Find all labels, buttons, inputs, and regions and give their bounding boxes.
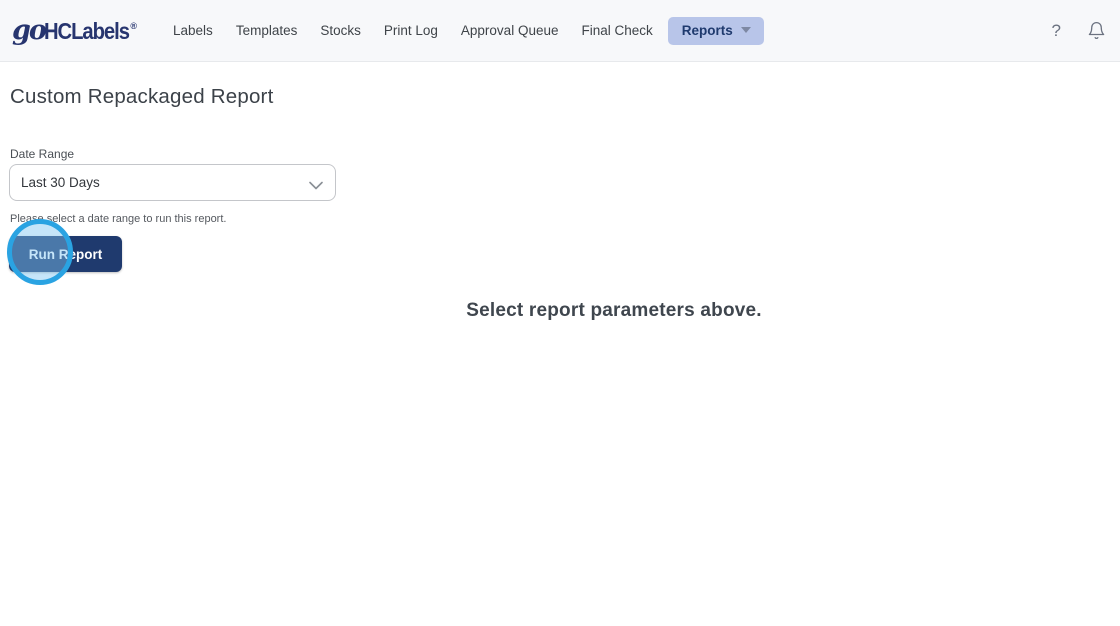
empty-state-message: Select report parameters above. (466, 300, 762, 321)
nav-item-templates[interactable]: Templates (236, 23, 298, 38)
page-title: Custom Repackaged Report (10, 85, 274, 108)
nav-item-labels[interactable]: Labels (173, 23, 213, 38)
nav-item-reports[interactable]: Reports (667, 16, 764, 45)
app-logo[interactable]: go HCLabels ® (12, 15, 147, 46)
logo-main-text: HCLabels (43, 18, 130, 44)
date-range-label: Date Range (10, 147, 75, 161)
nav-item-final-check[interactable]: Final Check (581, 23, 652, 38)
date-range-helper-text: Please select a date range to run this r… (10, 213, 227, 225)
chevron-down-icon (740, 27, 751, 33)
top-nav-bar: go HCLabels ® Labels Templates Stocks Prin… (0, 0, 1120, 62)
nav-item-print-log[interactable]: Print Log (384, 23, 438, 38)
main-nav: Labels Templates Stocks Print Log Approv… (173, 16, 764, 45)
logo-script-text: go (12, 15, 47, 46)
logo-registered-mark: ® (130, 21, 138, 31)
notification-bell-icon[interactable] (1087, 20, 1106, 41)
help-icon[interactable]: ? (1052, 22, 1061, 39)
date-range-select[interactable]: Last 30 Days (9, 164, 336, 201)
header-actions: ? (1052, 20, 1106, 41)
nav-item-approval-queue[interactable]: Approval Queue (461, 23, 559, 38)
date-range-selected-value: Last 30 Days (21, 175, 100, 190)
nav-item-stocks[interactable]: Stocks (320, 23, 361, 38)
run-report-button[interactable]: Run Report (9, 236, 122, 272)
chevron-down-icon (309, 178, 323, 190)
nav-item-reports-label: Reports (681, 22, 733, 38)
